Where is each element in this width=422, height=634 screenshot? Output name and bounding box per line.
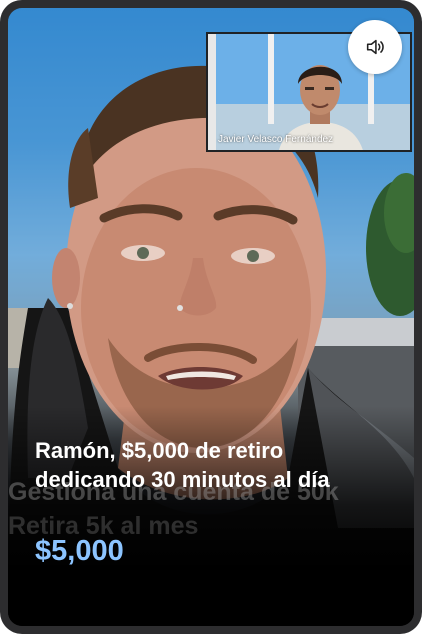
withdrawal-amount: $5,000 — [35, 535, 124, 567]
pip-participant-name: Javier Velasco Fernández — [218, 134, 334, 145]
headline-line: Ramón, $5,000 de retiro — [35, 438, 284, 463]
video-card[interactable]: Gestiona una cuenta de 50k Retira 5k al … — [0, 0, 422, 634]
headline-line: dedicando 30 minutos al día — [35, 467, 330, 492]
speaker-icon — [366, 39, 384, 55]
sound-toggle-button[interactable] — [348, 20, 402, 74]
video-headline: Ramón, $5,000 de retiro dedicando 30 min… — [35, 436, 395, 494]
